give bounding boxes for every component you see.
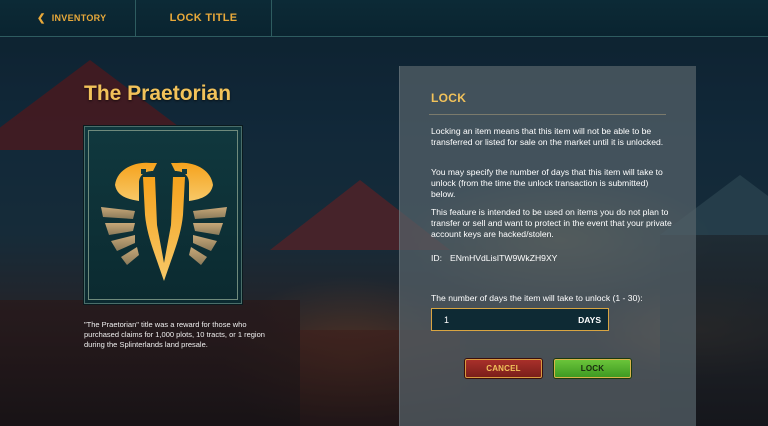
praetorian-eagle-emblem-icon — [101, 162, 227, 281]
item-id-line: ID: ENmHVdLisITW9WkZH9XY — [431, 253, 557, 263]
item-id-value: ENmHVdLisITW9WkZH9XY — [449, 253, 558, 263]
unlock-days-explanation-text: You may specify the number of days that … — [431, 167, 663, 199]
lock-panel: LOCK Locking an item means that this ite… — [399, 66, 696, 426]
item-name: The Praetorian — [84, 82, 232, 105]
lock-explanation-text: Locking an item means that this item wil… — [431, 126, 664, 147]
back-to-inventory-button[interactable]: ❮ INVENTORY — [0, 0, 136, 36]
page-title: LOCK TITLE — [136, 0, 272, 36]
item-card — [84, 126, 242, 304]
security-explanation-text: This feature is intended to be used on i… — [431, 207, 672, 239]
cancel-button[interactable]: CANCEL — [465, 359, 542, 378]
divider — [429, 114, 666, 115]
unlock-days-label: The number of days the item will take to… — [431, 293, 643, 303]
lock-button[interactable]: LOCK — [554, 359, 631, 378]
unlock-days-input[interactable] — [444, 314, 534, 325]
item-id-label: ID: — [431, 253, 442, 263]
chevron-left-icon: ❮ — [37, 12, 46, 24]
days-unit-label: DAYS — [578, 314, 601, 325]
item-description: "The Praetorian" title was a reward for … — [84, 320, 265, 349]
lock-panel-title: LOCK — [431, 91, 467, 105]
top-nav-bar: ❮ INVENTORY LOCK TITLE — [0, 0, 768, 37]
back-button-label: INVENTORY — [51, 13, 107, 23]
unlock-days-field: DAYS — [431, 308, 609, 331]
